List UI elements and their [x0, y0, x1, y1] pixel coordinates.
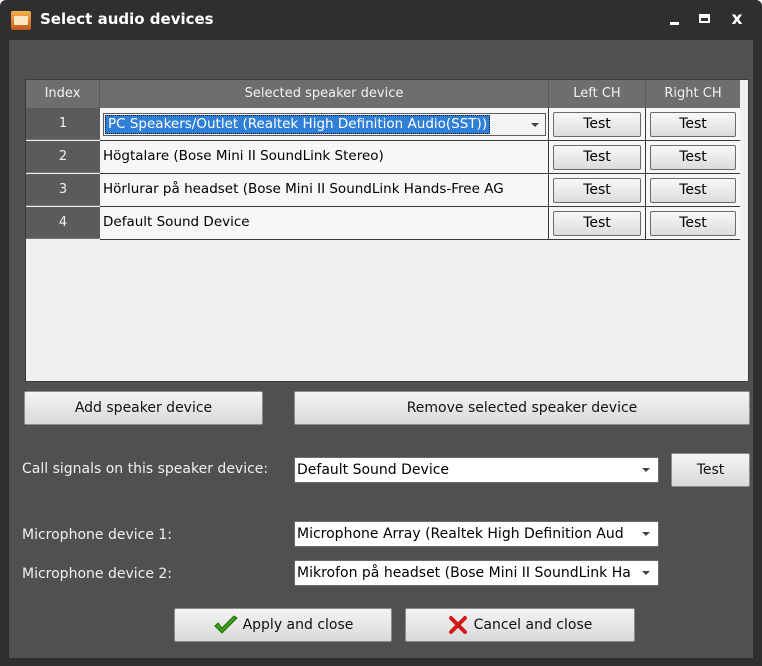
- right-ch-test-button[interactable]: Test: [650, 178, 736, 203]
- title-bar[interactable]: Select audio devices x: [0, 0, 762, 40]
- minimize-button[interactable]: [664, 8, 686, 30]
- right-ch-test-button[interactable]: Test: [650, 211, 736, 236]
- apply-and-close-button[interactable]: Apply and close: [174, 608, 392, 642]
- speaker-device-cell[interactable]: PC Speakers/Outlet (Realtek High Definit…: [100, 108, 549, 141]
- microphone-2-label: Microphone device 2:: [22, 566, 173, 582]
- left-ch-test-button[interactable]: Test: [553, 145, 641, 170]
- call-signal-device-value: Default Sound Device: [297, 462, 450, 478]
- speaker-device-cell[interactable]: Default Sound Device: [100, 207, 549, 240]
- call-signal-device-dropdown[interactable]: Default Sound Device: [294, 457, 659, 483]
- right-ch-test-button[interactable]: Test: [650, 145, 736, 170]
- left-ch-cell: Test: [549, 108, 646, 141]
- table-row[interactable]: 3 Hörlurar på headset (Bose Mini II Soun…: [26, 174, 740, 207]
- left-ch-cell: Test: [549, 141, 646, 174]
- row-index: 2: [26, 141, 100, 173]
- speaker-device-cell[interactable]: Högtalare (Bose Mini II SoundLink Stereo…: [100, 141, 549, 174]
- speaker-device-selected-value: PC Speakers/Outlet (Realtek High Definit…: [105, 115, 491, 134]
- apply-and-close-label: Apply and close: [242, 617, 354, 633]
- call-signal-label: Call signals on this speaker device:: [22, 461, 269, 477]
- speaker-device-grid: Index Selected speaker device Left CH Ri…: [25, 79, 749, 382]
- remove-speaker-device-button[interactable]: Remove selected speaker device: [294, 391, 750, 425]
- cross-icon: [448, 616, 467, 634]
- dialog-window: Select audio devices x Index Selected sp…: [0, 0, 762, 666]
- chevron-down-icon[interactable]: [642, 532, 650, 536]
- left-ch-test-button[interactable]: Test: [553, 178, 641, 203]
- table-row[interactable]: 4 Default Sound Device Test Test: [26, 207, 740, 240]
- add-speaker-device-button[interactable]: Add speaker device: [24, 391, 263, 425]
- right-ch-cell: Test: [646, 108, 740, 141]
- right-ch-cell: Test: [646, 174, 740, 207]
- column-header-speaker: Selected speaker device: [100, 80, 549, 108]
- chevron-down-icon[interactable]: [642, 468, 650, 472]
- window-title: Select audio devices: [40, 10, 214, 28]
- left-ch-test-button[interactable]: Test: [553, 211, 641, 236]
- close-button[interactable]: x: [726, 8, 748, 30]
- row-index: 3: [26, 174, 100, 206]
- left-ch-cell: Test: [549, 207, 646, 240]
- table-row[interactable]: 1 PC Speakers/Outlet (Realtek High Defin…: [26, 108, 740, 141]
- speaker-device-cell[interactable]: Hörlurar på headset (Bose Mini II SoundL…: [100, 174, 549, 207]
- right-ch-test-button[interactable]: Test: [650, 112, 736, 137]
- microphone-2-value: Mikrofon på headset (Bose Mini II SoundL…: [297, 565, 631, 581]
- row-index: 4: [26, 207, 100, 239]
- chevron-down-icon[interactable]: [642, 571, 650, 575]
- right-ch-cell: Test: [646, 207, 740, 240]
- microphone-1-label: Microphone device 1:: [22, 527, 173, 543]
- left-ch-test-button[interactable]: Test: [553, 112, 641, 137]
- row-index: 1: [26, 108, 100, 140]
- table-row[interactable]: 2 Högtalare (Bose Mini II SoundLink Ster…: [26, 141, 740, 174]
- chevron-down-icon[interactable]: [531, 123, 539, 127]
- audio-app-icon: [11, 11, 31, 30]
- microphone-1-dropdown[interactable]: Microphone Array (Realtek High Definitio…: [294, 521, 659, 547]
- column-header-index: Index: [26, 80, 100, 108]
- maximize-button[interactable]: [694, 8, 716, 30]
- cancel-and-close-label: Cancel and close: [473, 617, 593, 633]
- column-header-right-ch: Right CH: [646, 80, 740, 108]
- right-ch-cell: Test: [646, 141, 740, 174]
- speaker-device-dropdown[interactable]: PC Speakers/Outlet (Realtek High Definit…: [103, 113, 546, 136]
- call-signal-test-button[interactable]: Test: [671, 453, 750, 487]
- cancel-and-close-button[interactable]: Cancel and close: [405, 608, 635, 642]
- left-ch-cell: Test: [549, 174, 646, 207]
- microphone-1-value: Microphone Array (Realtek High Definitio…: [297, 526, 624, 542]
- column-header-left-ch: Left CH: [549, 80, 646, 108]
- checkmark-icon: [213, 615, 238, 634]
- microphone-2-dropdown[interactable]: Mikrofon på headset (Bose Mini II SoundL…: [294, 560, 659, 586]
